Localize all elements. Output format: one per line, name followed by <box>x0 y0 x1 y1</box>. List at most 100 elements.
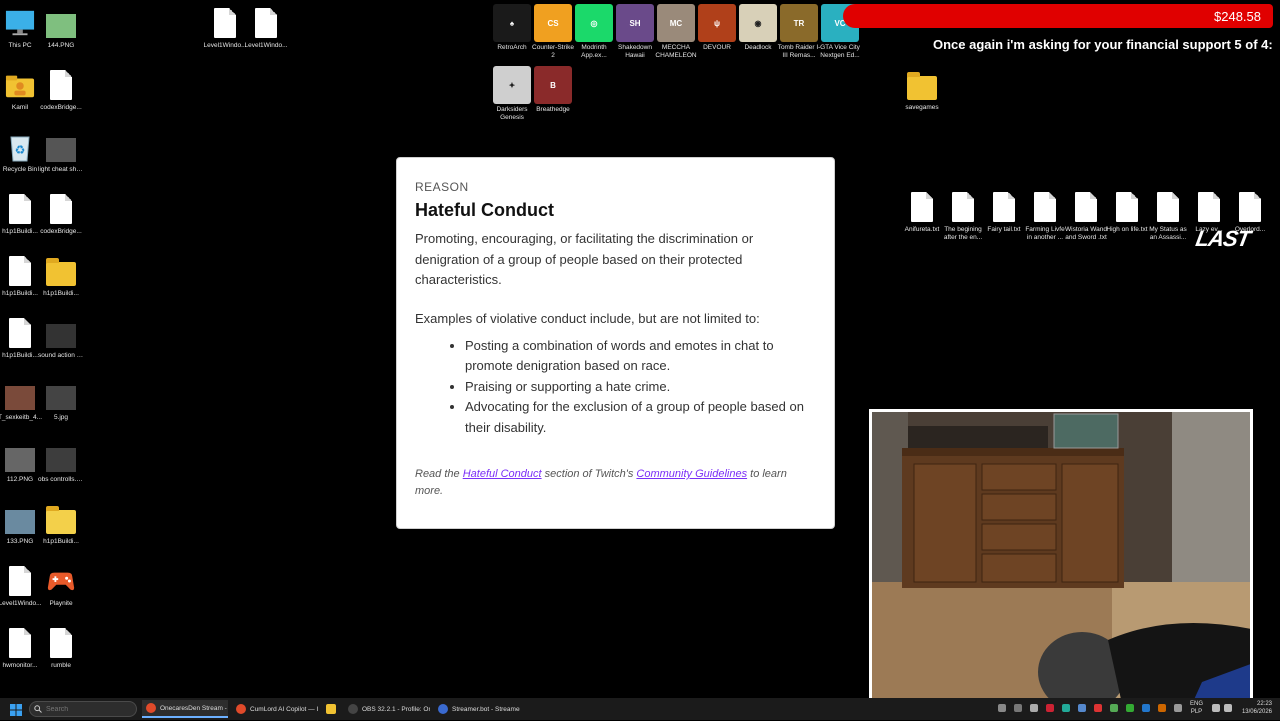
image-file-icon <box>5 440 35 474</box>
desktop-icon-kamil[interactable]: Kamil <box>0 68 41 112</box>
tray-app-icon[interactable] <box>1046 704 1054 712</box>
desktop-icon-light-cheat-sheet-webp[interactable]: light cheat sheet.webp <box>38 130 84 174</box>
desktop-icon-label: Fairy tail.txt <box>987 226 1021 233</box>
taskbar-app-label: Streamer.bot - Streamer <box>452 705 520 713</box>
example-item: Praising or supporting a hate crime. <box>465 377 816 398</box>
desktop-icon-label: This PC <box>8 42 32 49</box>
language-indicator[interactable]: ENG PLP <box>1190 700 1203 716</box>
desktop-icon-anifureta-txt[interactable]: Anifureta.txt <box>901 190 943 242</box>
wifi-icon[interactable] <box>1212 704 1220 712</box>
desktop-icon-sound-action-screenshot-jpg[interactable]: sound action screenshot.jpg <box>38 316 84 360</box>
tray-app-icon[interactable] <box>1078 704 1086 712</box>
desktop-icon-144-png[interactable]: 144.PNG <box>40 6 82 50</box>
game-shortcut-devour[interactable]: ψ DEVOUR <box>697 4 737 52</box>
desktop-icon-codexbridge[interactable]: codexBridge... <box>40 192 82 236</box>
desktop-icon-the-begining-after-the-en[interactable]: The begining after the en... <box>942 190 984 242</box>
game-icon: CS <box>534 4 572 42</box>
search-input[interactable] <box>46 705 136 713</box>
game-shortcut-deadlock[interactable]: ◉ Deadlock <box>738 4 778 52</box>
text-file-icon <box>1235 190 1265 224</box>
desktop-icon-label: h1p1Buildi... <box>2 228 38 235</box>
tray-app-icon[interactable] <box>1062 704 1070 712</box>
start-button[interactable] <box>10 703 22 716</box>
desktop-icon-playnite[interactable]: Playnite <box>40 564 82 608</box>
desktop-icon-rumble[interactable]: rumble <box>40 626 82 670</box>
desktop-icon-h1p1buildi[interactable]: h1p1Buildi... <box>40 502 82 546</box>
desktop-icon-farming-livfe-in-another[interactable]: Farming Livfe in another ... <box>1024 190 1066 242</box>
desktop-icon-this-pc[interactable]: This PC <box>0 6 41 50</box>
desktop-icon-wistoria-wand-and-sword-txt[interactable]: Wistoria Wand and Sword .txt <box>1065 190 1107 242</box>
desktop-icon-5-jpg[interactable]: 5.jpg <box>40 378 82 422</box>
game-shortcut-label: DEVOUR <box>703 44 731 51</box>
image-file-icon <box>46 378 76 412</box>
desktop-icon-high-on-life-txt[interactable]: High on life.txt <box>1106 190 1148 242</box>
donation-message: Once again i'm asking for your financial… <box>933 37 1273 52</box>
tray-app-icon[interactable] <box>1110 704 1118 712</box>
taskbar-app-file-explorer[interactable] <box>322 700 338 718</box>
game-shortcut-modrinth-app-ex[interactable]: ◎ Modrinth App.ex... <box>574 4 614 59</box>
game-shortcut-retroarch[interactable]: ♠ RetroArch <box>492 4 532 52</box>
desktop-icon-t-sexkeitb-4[interactable]: T_sexkeitb_4... <box>0 378 43 422</box>
tray-app-icon[interactable] <box>1030 704 1038 712</box>
game-shortcut-counter-strike-2[interactable]: CS Counter-Strike 2 <box>532 4 574 59</box>
hateful-conduct-link[interactable]: Hateful Conduct <box>463 468 542 480</box>
game-shortcut-shakedown-hawaii[interactable]: SH Shakedown Hawaii <box>615 4 655 59</box>
taskbar-app-cumlord-ai-copilot-i[interactable]: CumLord AI Copilot — I <box>232 700 318 718</box>
stream-logo: LAST <box>1193 226 1252 251</box>
desktop-icon-label: codexBridge... <box>40 104 82 111</box>
taskbar-search[interactable] <box>29 701 137 717</box>
tray-app-icon[interactable] <box>1158 704 1166 712</box>
image-file-icon <box>5 378 35 412</box>
volume-icon[interactable] <box>1224 704 1232 712</box>
image-file-icon <box>46 6 76 40</box>
desktop-icon-label: obs controlls.jpg <box>38 476 84 483</box>
desktop-icon-label: h1p1Buildi... <box>2 352 38 359</box>
user-folder-icon <box>5 68 35 102</box>
community-guidelines-link[interactable]: Community Guidelines <box>636 468 747 480</box>
game-shortcut-darksiders-genesis[interactable]: ✦ Darksiders Genesis <box>492 66 532 121</box>
file-icon <box>5 626 35 660</box>
desktop-icon-my-status-as-an-assassi[interactable]: My Status as an Assassi... <box>1147 190 1189 242</box>
desktop-icon-hwmonitor[interactable]: hwmonitor... <box>0 626 41 670</box>
svg-text:♻: ♻ <box>15 143 26 157</box>
webcam-feed <box>869 409 1253 701</box>
tray-app-icon[interactable] <box>1126 704 1134 712</box>
desktop-icon-h1p1buildi[interactable]: h1p1Buildi... <box>40 254 82 298</box>
clock[interactable]: 22:23 13/06/2026 <box>1242 700 1272 716</box>
savegames-folder[interactable]: savegames <box>901 68 943 112</box>
desktop-icon-label: T_sexkeitb_4... <box>0 414 43 421</box>
folder-icon <box>326 704 336 714</box>
desktop-icon-fairy-tail-txt[interactable]: Fairy tail.txt <box>983 190 1025 242</box>
examples-intro: Examples of violative conduct include, b… <box>415 310 760 326</box>
tray-app-icon[interactable] <box>1094 704 1102 712</box>
game-shortcut-breathedge[interactable]: B Breathedge <box>533 66 573 114</box>
game-shortcut-label: GTA Vice City Nextgen Ed... <box>820 44 860 59</box>
desktop-icon-h1p1buildi[interactable]: h1p1Buildi... <box>0 192 41 236</box>
game-shortcut-tomb-raider-i-iii-remas[interactable]: TR Tomb Raider I-III Remas... <box>778 4 820 59</box>
desktop-icon-level1windo[interactable]: Level1Windo... <box>245 6 288 50</box>
taskbar-app-onecaresden-stream-y[interactable]: OnecaresDen Stream - Y <box>142 700 228 718</box>
desktop-icon-label: hwmonitor... <box>2 662 38 669</box>
desktop: This PC 144.PNG Kamil codexBridge... ♻ Recycl… <box>0 0 1280 701</box>
tray-app-icon[interactable] <box>1142 704 1150 712</box>
tray-chevron-icon[interactable] <box>998 704 1006 712</box>
desktop-icon-112-png[interactable]: 112.PNG <box>0 440 41 484</box>
file-icon <box>5 316 35 350</box>
desktop-icon-level1windo[interactable]: Level1Windo... <box>204 6 247 50</box>
taskbar-app-streamer-bot-streamer[interactable]: Streamer.bot - Streamer <box>434 700 520 718</box>
tray-app-icon[interactable] <box>1174 704 1182 712</box>
file-icon <box>46 192 76 226</box>
game-shortcut-meccha-chameleon[interactable]: MC MECCHA CHAMELEON <box>655 4 697 59</box>
text-file-icon <box>989 190 1019 224</box>
desktop-icon-recycle-bin[interactable]: ♻ Recycle Bin <box>0 130 41 174</box>
desktop-icon-h1p1buildi[interactable]: h1p1Buildi... <box>0 254 41 298</box>
desktop-icon-codexbridge[interactable]: codexBridge... <box>40 68 82 112</box>
desktop-icon-133-png[interactable]: 133.PNG <box>0 502 41 546</box>
desktop-icon-label: 133.PNG <box>6 538 34 545</box>
game-glyph: MC <box>669 18 683 28</box>
desktop-icon-obs-controlls-jpg[interactable]: obs controlls.jpg <box>38 440 84 484</box>
desktop-icon-h1p1buildi[interactable]: h1p1Buildi... <box>0 316 41 360</box>
desktop-icon-level1windo[interactable]: Level1Windo... <box>0 564 42 608</box>
tray-app-icon[interactable] <box>1014 704 1022 712</box>
taskbar-app-obs-32-2-1-profile-one[interactable]: OBS 32.2.1 - Profile: One <box>344 700 430 718</box>
